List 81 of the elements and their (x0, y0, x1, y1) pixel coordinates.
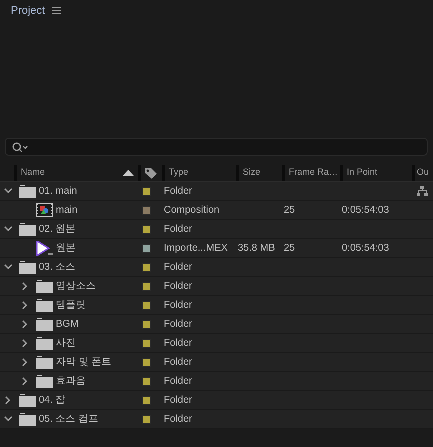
column-header[interactable]: Type (169, 166, 236, 180)
table-cell-text: 0:05:54:03 (342, 242, 390, 256)
folder-icon (36, 336, 53, 350)
item-name[interactable]: 02. 원본 (39, 222, 76, 236)
label-swatch[interactable] (142, 414, 151, 424)
table-cell-text: Importe...MEX (164, 242, 228, 256)
label-swatch[interactable] (142, 186, 151, 196)
table-cell-text: Folder (164, 394, 192, 408)
collapse-icon[interactable] (4, 414, 13, 424)
folder-icon (19, 260, 36, 274)
tag-icon (145, 168, 157, 178)
expand-icon[interactable] (4, 396, 13, 404)
folder-icon (36, 374, 53, 388)
folder-icon (19, 412, 36, 426)
table-cell-text: Folder (164, 374, 192, 388)
column-header[interactable]: In Point (347, 166, 412, 180)
expand-icon[interactable] (21, 300, 30, 310)
table-cell-text: 35.8 MB (238, 242, 276, 256)
collapse-icon[interactable] (4, 186, 13, 196)
search-icon (12, 142, 29, 152)
table-cell-text: Folder (164, 222, 192, 236)
folder-icon (36, 298, 53, 312)
flowchart-icon[interactable] (417, 186, 428, 196)
label-swatch[interactable] (142, 244, 151, 252)
folder-icon (36, 318, 53, 330)
item-name[interactable]: 자막 및 폰트 (56, 354, 112, 370)
table-cell-text: 25 (284, 242, 296, 256)
item-name[interactable]: 사진 (56, 336, 76, 350)
expand-icon[interactable] (21, 358, 30, 366)
search-field[interactable] (5, 138, 428, 156)
item-name[interactable]: 원본 (56, 240, 76, 256)
table-cell-text: Folder (164, 260, 192, 274)
label-swatch[interactable] (142, 376, 151, 386)
column-header[interactable]: Size (243, 166, 282, 180)
folder-icon (19, 394, 36, 406)
table-cell-text: Folder (164, 318, 192, 332)
table-cell-text: Folder (164, 336, 192, 350)
folder-icon (19, 184, 36, 198)
panel-title[interactable]: Project (11, 2, 46, 20)
table-cell-text: Folder (164, 298, 192, 312)
table-cell-text: 25 (284, 204, 296, 218)
label-swatch[interactable] (142, 320, 151, 328)
column-header[interactable]: Ou (417, 166, 433, 180)
item-name[interactable]: 01. main (39, 184, 78, 198)
column-header[interactable]: Name (21, 166, 119, 180)
table-cell-text: Folder (164, 356, 192, 370)
collapse-icon[interactable] (4, 224, 13, 234)
table-cell-text: Composition (164, 204, 220, 218)
label-swatch[interactable] (142, 300, 151, 310)
item-name[interactable]: 영상소스 (56, 278, 96, 294)
item-name[interactable]: 효과음 (56, 374, 86, 388)
collapse-icon[interactable] (4, 262, 13, 272)
video-file-icon (36, 240, 53, 256)
label-swatch[interactable] (142, 338, 151, 348)
composition-icon (36, 203, 53, 217)
table-cell-text: Folder (164, 280, 192, 294)
label-swatch[interactable] (142, 358, 151, 366)
table-cell-text: Folder (164, 412, 192, 426)
label-swatch[interactable] (142, 282, 151, 290)
menu-icon[interactable] (52, 7, 62, 15)
item-name[interactable]: main (56, 202, 78, 218)
table-cell-text: 0:05:54:03 (342, 204, 390, 218)
expand-icon[interactable] (21, 376, 30, 386)
label-swatch[interactable] (142, 396, 151, 404)
expand-icon[interactable] (21, 320, 30, 328)
item-name[interactable]: 03. 소스 (39, 260, 76, 274)
expand-icon[interactable] (21, 338, 30, 348)
sort-ascending-icon[interactable] (123, 170, 134, 176)
table-cell-text: Folder (164, 184, 192, 198)
item-name[interactable]: 04. 잡 (39, 392, 66, 408)
label-swatch[interactable] (142, 262, 151, 272)
label-swatch[interactable] (142, 224, 151, 234)
label-swatch[interactable] (142, 206, 151, 214)
expand-icon[interactable] (21, 282, 30, 290)
item-name[interactable]: 템플릿 (56, 298, 86, 312)
folder-icon (36, 356, 53, 368)
folder-icon (36, 280, 53, 292)
item-name[interactable]: 05. 소스 컴프 (39, 412, 98, 426)
folder-icon (19, 222, 36, 236)
item-name[interactable]: BGM (56, 316, 79, 332)
column-header[interactable]: Frame Ra… (289, 166, 340, 180)
